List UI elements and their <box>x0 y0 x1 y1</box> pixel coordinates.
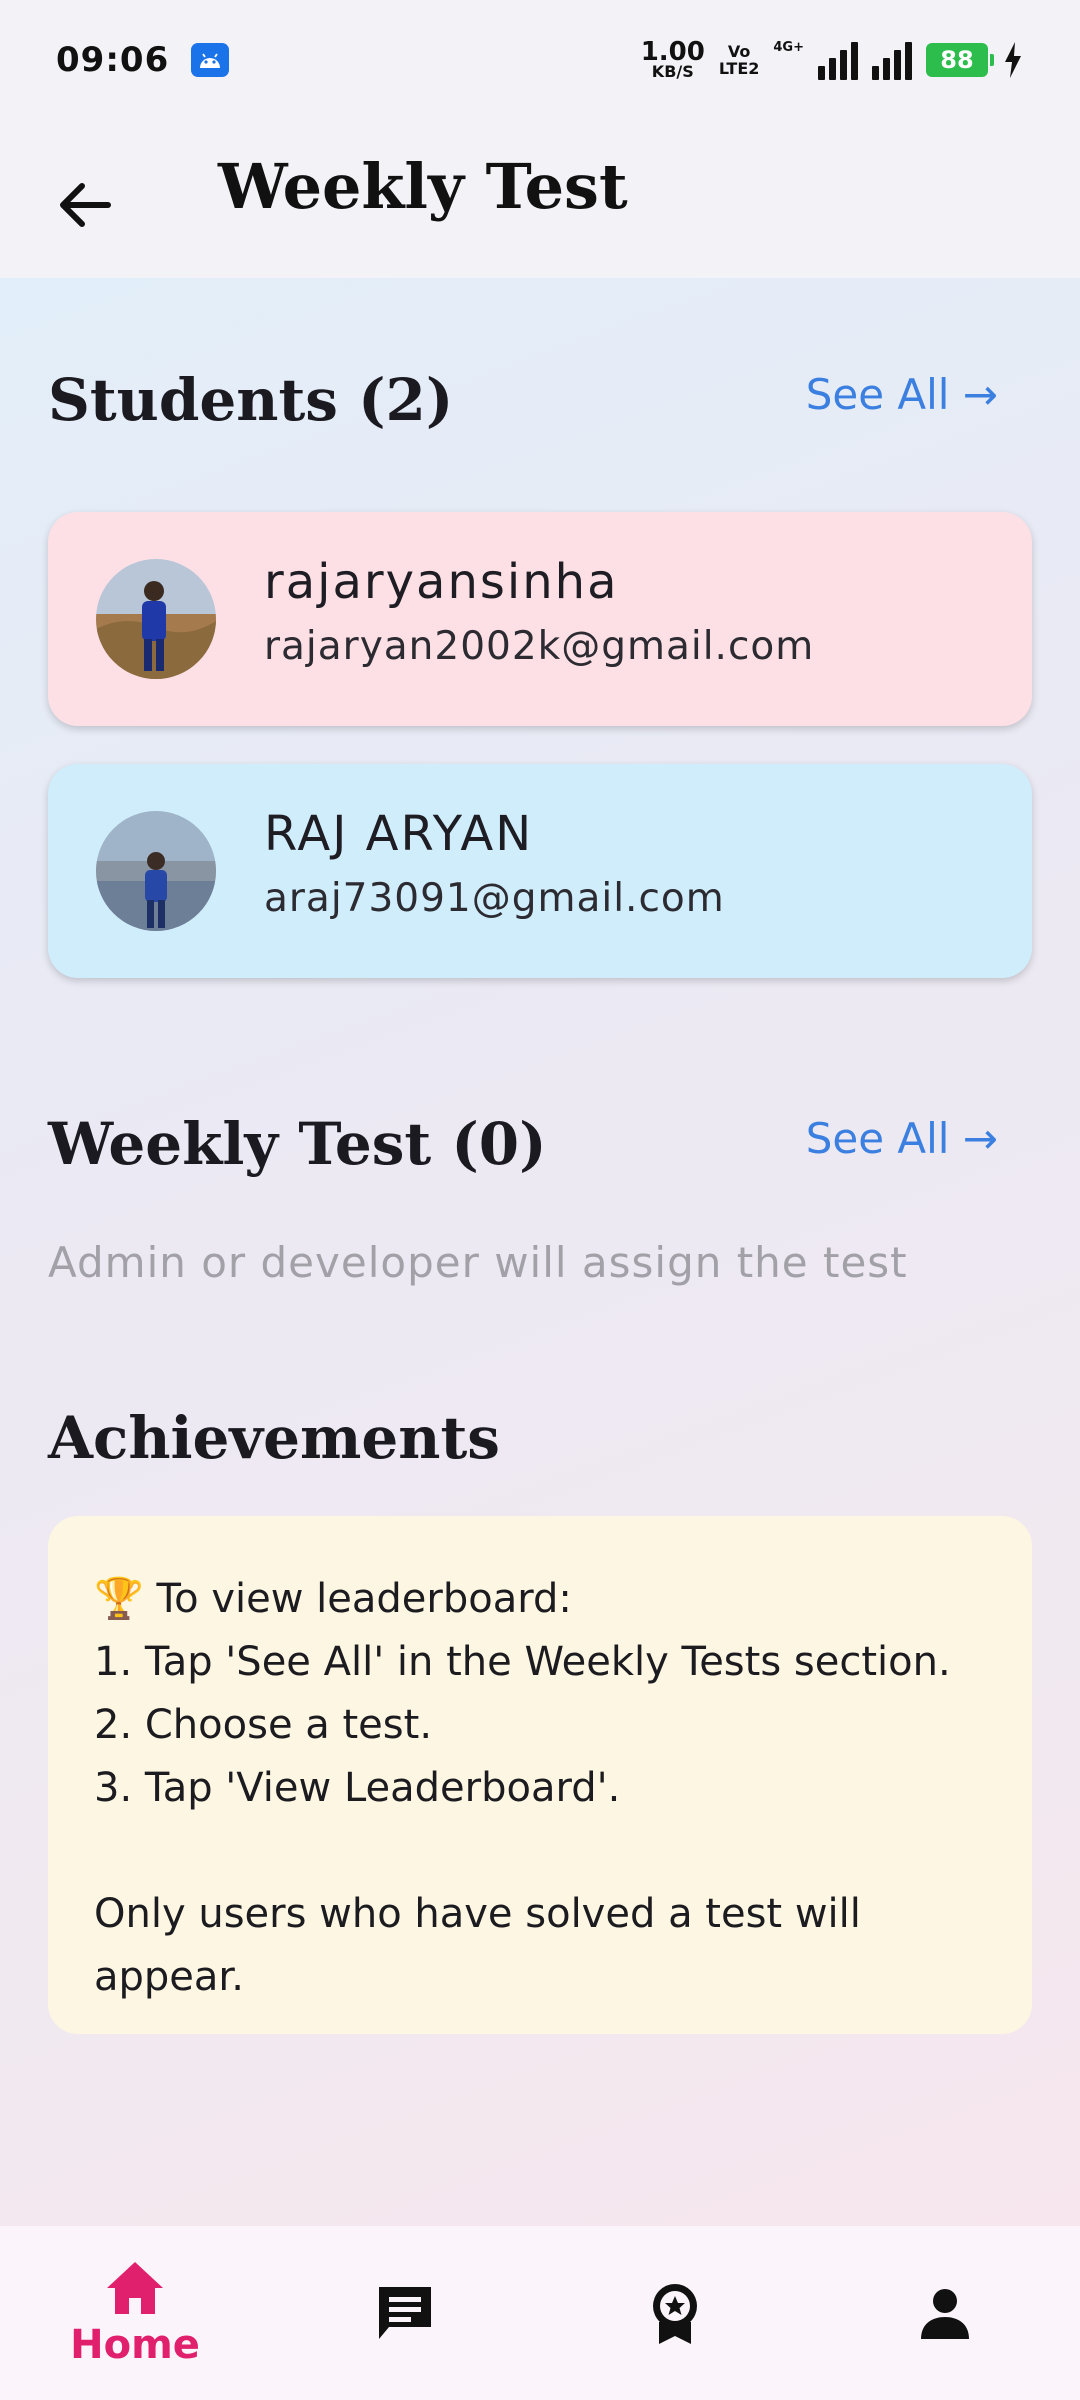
signal-icon-2 <box>872 40 912 80</box>
status-bar: 09:06 1.00 KB/S Vo LTE2 4G+ 88 <box>0 0 1080 120</box>
battery-icon: 88 <box>926 43 994 77</box>
person-icon <box>921 2289 969 2339</box>
student-name: RAJ ARYAN <box>264 806 534 862</box>
empty-test-message: Admin or developer will assign the test <box>48 1238 908 1287</box>
avatar <box>96 811 216 931</box>
home-icon <box>107 2262 163 2314</box>
nav-label-home: Home <box>70 2322 200 2368</box>
students-heading: Students (2) <box>48 366 454 434</box>
weekly-test-see-all-button[interactable]: See All → <box>806 1114 998 1163</box>
network-type: 4G+ <box>773 40 804 55</box>
student-email: araj73091@gmail.com <box>264 876 725 921</box>
status-time: 09:06 <box>56 40 170 80</box>
info-line: 2. Choose a test. <box>94 1702 433 1748</box>
weekly-test-heading: Weekly Test (0) <box>48 1110 547 1178</box>
page-title: Weekly Test <box>218 150 628 223</box>
students-see-all-button[interactable]: See All → <box>806 370 998 419</box>
nav-item-profile[interactable] <box>810 2226 1080 2400</box>
student-email: rajaryan2002k@gmail.com <box>264 624 815 669</box>
network-speed: 1.00 KB/S <box>640 36 705 81</box>
nav-item-chat[interactable] <box>270 2226 540 2400</box>
volte-indicator: Vo LTE2 <box>718 42 760 78</box>
student-name: rajaryansinha <box>264 554 619 610</box>
info-line: 1. Tap 'See All' in the Weekly Tests sec… <box>94 1639 951 1685</box>
bottom-navigation: Home <box>0 2226 1080 2400</box>
avatar <box>96 559 216 679</box>
chat-icon <box>379 2287 431 2339</box>
info-line: Only users who have solved a test will <box>94 1891 861 1937</box>
signal-icon <box>818 40 858 80</box>
nav-item-home[interactable]: Home <box>0 2226 270 2400</box>
info-line: 🏆 To view leaderboard: <box>94 1576 572 1622</box>
student-card[interactable]: RAJ ARYAN araj73091@gmail.com <box>48 764 1032 978</box>
charging-icon <box>1005 42 1021 78</box>
achievements-heading: Achievements <box>48 1404 500 1472</box>
info-line: 3. Tap 'View Leaderboard'. <box>94 1765 621 1811</box>
main-content[interactable]: Students (2) See All → rajaryansinha raj… <box>0 278 1080 2226</box>
leaderboard-info-card: 🏆 To view leaderboard: 1. Tap 'See All' … <box>48 1516 1032 2034</box>
back-button[interactable] <box>50 170 120 240</box>
nav-item-achievements[interactable] <box>540 2226 810 2400</box>
student-card[interactable]: rajaryansinha rajaryan2002k@gmail.com <box>48 512 1032 726</box>
arrow-left-icon <box>60 183 111 227</box>
android-notification-icon <box>191 43 230 77</box>
info-line: appear. <box>94 1954 244 2000</box>
award-icon <box>653 2284 697 2344</box>
top-app-bar: Weekly Test <box>0 120 1080 278</box>
